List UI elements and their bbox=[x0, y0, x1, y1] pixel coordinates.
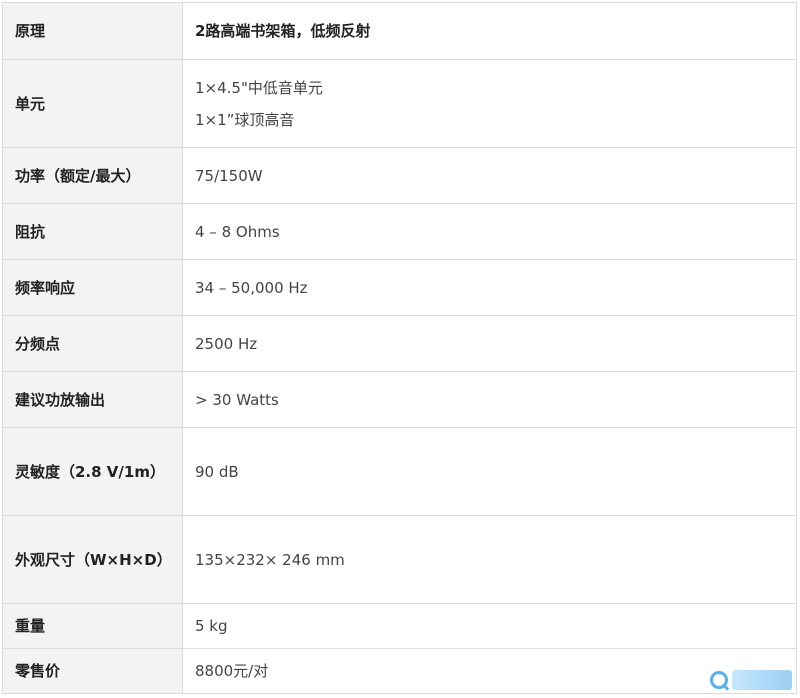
spec-label: 零售价 bbox=[2, 648, 183, 694]
spec-value-line: 1×4.5"中低音单元 bbox=[195, 78, 323, 97]
spec-label: 功率（额定/最大） bbox=[2, 147, 183, 204]
table-row-amp-output: 建议功放输出 > 30 Watts bbox=[2, 371, 797, 428]
spec-label: 重量 bbox=[2, 603, 183, 649]
spec-label: 外观尺寸（W×H×D） bbox=[2, 515, 183, 604]
table-row-principle: 原理 2路高端书架箱，低频反射 bbox=[2, 2, 797, 60]
spec-value: 34 – 50,000 Hz bbox=[182, 259, 797, 316]
magnifier-logo-icon bbox=[710, 671, 728, 689]
spec-value: 2500 Hz bbox=[182, 315, 797, 372]
spec-label: 灵敏度（2.8 V/1m） bbox=[2, 427, 183, 516]
spec-value: 8800元/对 bbox=[182, 648, 797, 694]
spec-value: 75/150W bbox=[182, 147, 797, 204]
spec-value: 2路高端书架箱，低频反射 bbox=[182, 2, 797, 60]
spec-value: 135×232× 246 mm bbox=[182, 515, 797, 604]
spec-value-line: 1×1”球顶高音 bbox=[195, 110, 295, 129]
table-row-dimensions: 外观尺寸（W×H×D） 135×232× 246 mm bbox=[2, 515, 797, 604]
spec-label: 单元 bbox=[2, 59, 183, 148]
spec-value: 4 – 8 Ohms bbox=[182, 203, 797, 260]
watermark bbox=[710, 670, 792, 690]
spec-label: 阻抗 bbox=[2, 203, 183, 260]
spec-value: 90 dB bbox=[182, 427, 797, 516]
table-row-sensitivity: 灵敏度（2.8 V/1m） 90 dB bbox=[2, 427, 797, 516]
spec-value: 1×4.5"中低音单元 1×1”球顶高音 bbox=[182, 59, 797, 148]
table-row-crossover: 分频点 2500 Hz bbox=[2, 315, 797, 372]
spec-label: 原理 bbox=[2, 2, 183, 60]
table-row-weight: 重量 5 kg bbox=[2, 603, 797, 649]
spec-table: 原理 2路高端书架箱，低频反射 单元 1×4.5"中低音单元 1×1”球顶高音 … bbox=[2, 2, 797, 694]
watermark-logo bbox=[732, 670, 792, 690]
table-row-frequency-response: 频率响应 34 – 50,000 Hz bbox=[2, 259, 797, 316]
spec-label: 建议功放输出 bbox=[2, 371, 183, 428]
table-row-impedance: 阻抗 4 – 8 Ohms bbox=[2, 203, 797, 260]
table-row-price: 零售价 8800元/对 bbox=[2, 648, 797, 694]
table-row-power: 功率（额定/最大） 75/150W bbox=[2, 147, 797, 204]
spec-label: 分频点 bbox=[2, 315, 183, 372]
table-row-drivers: 单元 1×4.5"中低音单元 1×1”球顶高音 bbox=[2, 59, 797, 148]
spec-label: 频率响应 bbox=[2, 259, 183, 316]
spec-value: > 30 Watts bbox=[182, 371, 797, 428]
spec-value: 5 kg bbox=[182, 603, 797, 649]
